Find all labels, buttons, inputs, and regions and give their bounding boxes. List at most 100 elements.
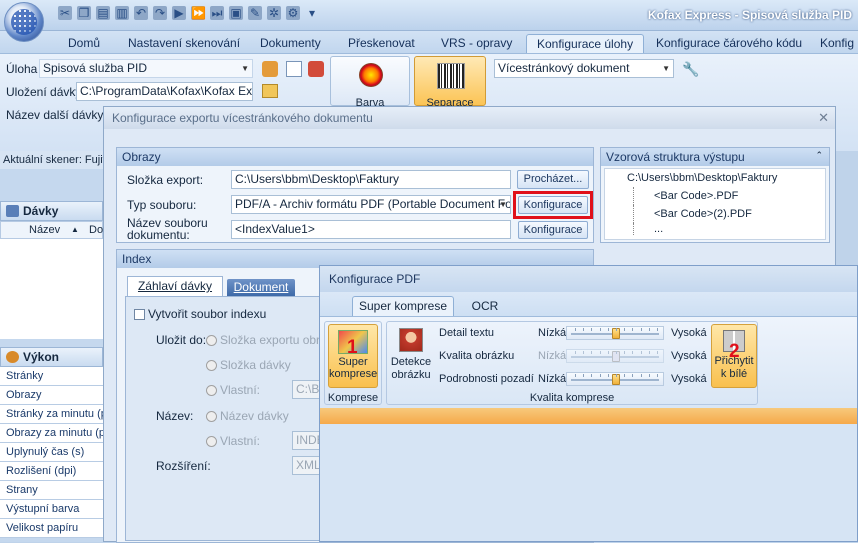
name-config-button[interactable]: Konfigurace (518, 221, 588, 239)
tab-vrs[interactable]: VRS - opravy (431, 34, 522, 54)
file-type-select[interactable]: PDF/A - Archiv formátu PDF (Portable Doc… (231, 195, 511, 214)
color-button[interactable]: Barva (330, 56, 410, 109)
slider-tick (632, 328, 634, 331)
tree-item: ... (633, 223, 825, 235)
slider-tick (583, 328, 585, 331)
scanner-icon[interactable]: ▣ (229, 6, 243, 20)
separation-button[interactable]: Separace (414, 56, 486, 109)
opt-export-folder-radio[interactable]: Složka exportu obraz (206, 333, 333, 347)
redo-icon[interactable]: ↷ (153, 6, 167, 20)
list-item: Výstupní barva (0, 500, 103, 519)
tab-config-more[interactable]: Konfig (810, 34, 858, 54)
cut-icon[interactable]: ✂ (58, 6, 72, 20)
image-quality-slider[interactable] (566, 349, 664, 363)
slider-tick (632, 351, 634, 354)
tab-ocr[interactable]: OCR (470, 299, 500, 313)
super-compression-button[interactable]: Super komprese 1 (328, 324, 378, 388)
select-icon[interactable] (286, 61, 302, 77)
tab-scan-settings[interactable]: Nastavení skenování (118, 34, 250, 54)
folder-icon[interactable] (262, 84, 278, 98)
file-name-label: Název souboru dokumentu: (127, 216, 208, 242)
pdf-separator-bar (320, 408, 857, 424)
pdf-content-area (320, 424, 857, 541)
gear-icon[interactable]: ⚙ (286, 6, 300, 20)
copy-icon[interactable]: ❐ (77, 6, 91, 20)
col-name[interactable]: Název (29, 222, 60, 238)
opt-custom-radio[interactable]: Vlastní: (206, 383, 260, 397)
list-item: Strany (0, 481, 103, 500)
tab-task-config[interactable]: Konfigurace úlohy (526, 34, 645, 54)
slider-tick (599, 374, 601, 377)
bg-detail-slider[interactable] (566, 372, 664, 386)
create-index-checkbox[interactable]: Vytvořit soubor indexu (134, 307, 266, 321)
tab-rescan[interactable]: Přeskenovat (338, 34, 425, 54)
high-label: Vysoká (671, 327, 707, 339)
slider-tick (583, 374, 585, 377)
user-config-icon[interactable] (308, 61, 324, 77)
low-label: Nízká (538, 350, 567, 362)
play-icon[interactable]: ▶ (172, 6, 186, 20)
close-icon[interactable]: ✕ (818, 110, 829, 126)
settings-icon[interactable]: ✲ (267, 6, 281, 20)
browse-button[interactable]: Procházet... (517, 170, 589, 189)
wrench-icon[interactable]: 🔧 (682, 61, 699, 78)
pdf-dialog-title: Konfigurace PDF (320, 266, 857, 292)
quality-group: Detekce obrázku Detail textu Kvalita obr… (386, 321, 758, 405)
pdf-ribbon: Super komprese 1 Komprese Detekce obrázk… (320, 316, 857, 408)
slider-tick (632, 374, 634, 377)
tab-document[interactable]: Dokument (227, 279, 295, 296)
tab-documents[interactable]: Dokumenty (250, 34, 331, 54)
paste-icon[interactable]: ▤ (96, 6, 110, 20)
detect-label: Detekce (390, 356, 432, 368)
slider-tick (607, 351, 609, 354)
tree-root: C:\Users\bbm\Desktop\Faktury (627, 172, 778, 184)
users-icon[interactable] (262, 61, 278, 77)
tab-super-compression[interactable]: Super komprese (352, 296, 454, 317)
file-name-input[interactable]: <IndexValue1> (231, 220, 511, 239)
collapse-icon[interactable]: ⌃ (815, 150, 823, 161)
slider-tick (591, 374, 593, 377)
slider-tick (575, 374, 576, 377)
delete-icon[interactable]: ▥ (115, 6, 129, 20)
scanner-status: Aktuální skener: Fujitsu (0, 151, 110, 169)
portrait-icon (399, 328, 423, 352)
opt-batch-name-radio[interactable]: Název dávky (206, 409, 289, 423)
detect-image-button[interactable]: Detekce obrázku (389, 324, 433, 388)
slider-tick (575, 328, 576, 331)
opt-batch-folder-radio[interactable]: Složka dávky (206, 358, 291, 372)
folder-input[interactable]: C:\Users\bbm\Desktop\Faktury (231, 170, 511, 189)
folder-label: Složka export: (127, 173, 204, 187)
slider-tick (648, 374, 650, 377)
tab-batch-header[interactable]: Záhlaví dávky (127, 276, 223, 296)
tree-item: <Bar Code>(2).PDF (633, 205, 825, 223)
col-do[interactable]: Do (89, 222, 103, 238)
images-group: Obrazy Složka export: C:\Users\bbm\Deskt… (116, 147, 594, 243)
config-button[interactable]: Konfigurace (518, 196, 588, 214)
tab-home[interactable]: Domů (58, 34, 110, 54)
slider-tick (624, 374, 626, 377)
name-label: Název: (156, 409, 194, 423)
sample-tree: C:\Users\bbm\Desktop\Faktury <Bar Code>.… (604, 168, 826, 240)
opt-custom2-radio[interactable]: Vlastní: (206, 434, 260, 448)
slider-tick (599, 351, 601, 354)
slider-tick (640, 374, 642, 377)
stick-to-white-button[interactable]: Přichytit k bílé 2 (711, 324, 757, 388)
tab-barcode-config[interactable]: Konfigurace čárového kódu (646, 34, 812, 54)
high-label: Vysoká (671, 373, 707, 385)
detail-text-slider[interactable] (566, 326, 664, 340)
tree-item: <Bar Code>.PDF (633, 187, 825, 205)
compression-group: Super komprese 1 Komprese (324, 321, 382, 405)
app-logo[interactable] (4, 2, 44, 42)
edit-icon[interactable]: ✎ (248, 6, 262, 20)
left-pane: Dávky Název ▲ Do Výkon Stránky Obrazy St… (0, 169, 103, 542)
output-header: Výkon (0, 347, 103, 367)
doctype-select[interactable]: Vícestránkový dokument ▼ (494, 59, 674, 78)
undo-icon[interactable]: ↶ (134, 6, 148, 20)
slider-tick (657, 328, 658, 331)
menu-down-icon[interactable]: ▾ (305, 6, 319, 20)
fast-forward-icon[interactable]: ⏩ (191, 6, 206, 20)
task-select[interactable]: Spisová služba PID ▼ (39, 59, 253, 78)
skip-icon[interactable]: ⏭ (210, 6, 224, 20)
sort-up-icon: ▲ (71, 225, 79, 234)
save-path-input[interactable]: C:\ProgramData\Kofax\Kofax Ex... (76, 82, 253, 101)
